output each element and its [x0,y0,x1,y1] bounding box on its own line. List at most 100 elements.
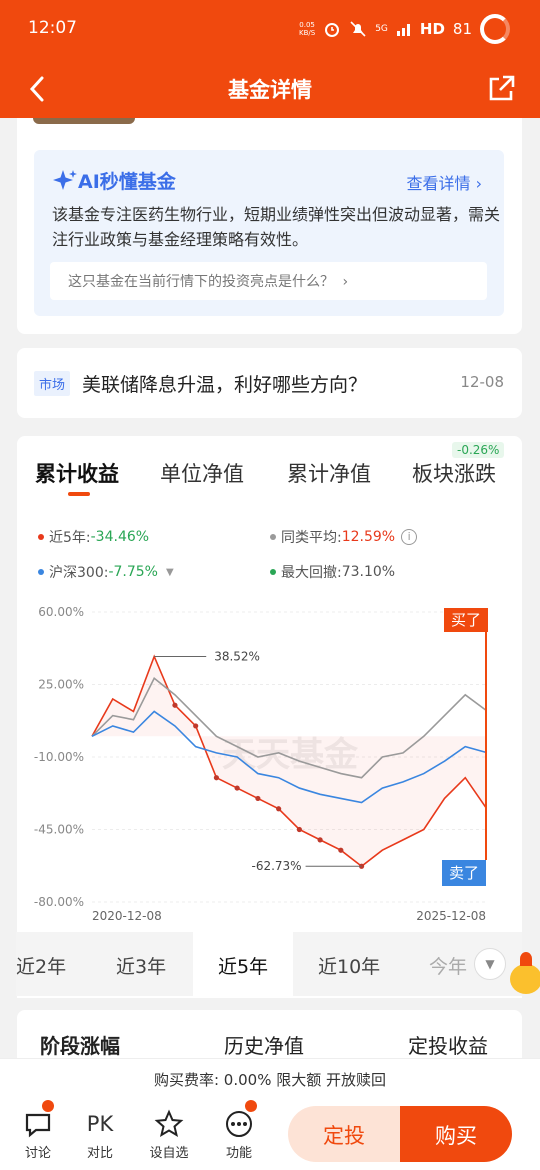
ai-detail-label: 查看详情 [406,174,471,193]
tab-cumulative-nav[interactable]: 累计净值 [287,458,371,488]
nav-bar: 基金详情 [0,60,540,118]
trade-point [172,702,178,708]
legend-avg: 同类平均: 12.59% i [270,527,418,547]
ai-summary-text: 该基金专注医药生物行业，短期业绩弹性突出但波动显著，需关注行业政策与基金经理策略… [52,205,501,249]
ai-title: AI秒懂基金 [52,167,176,194]
trade-point [317,837,323,843]
y-tick-label: 25.00% [38,678,84,692]
tool-compare-label: 对比 [86,1146,113,1161]
tool-discuss[interactable]: 讨论 [13,1106,63,1161]
period-ytd[interactable]: 今年 [429,952,467,979]
sector-change-badge: -0.26% [452,442,505,458]
period-2y[interactable]: 近2年 [16,952,66,979]
fund-area [92,656,486,867]
dropdown-icon: ▼ [165,566,174,578]
tab-cumulative-return[interactable]: 累计收益 [35,458,119,488]
more-periods-icon[interactable]: ▼ [474,948,506,980]
share-icon[interactable] [486,74,516,104]
status-bar: 12:07 0.05 KB/S 5G HD 81 [0,0,540,60]
x-end-label: 2025-12-08 [416,909,486,923]
tool-watchlist-label: 设自选 [149,1146,189,1161]
index-label: 沪深300: [49,565,109,581]
avg-label: 同类平均: [281,530,342,546]
legend-index[interactable]: 沪深300: -7.75% ▼ [38,562,174,582]
sell-marker-label: 卖了 [449,864,479,882]
star-icon [154,1109,184,1137]
legend-fund: 近5年: -34.46% [38,527,149,547]
hd-label: HD [419,20,445,38]
tab-sector[interactable]: 板块涨跌 [412,458,496,488]
drawdown-label: 最大回撤: [281,565,342,581]
sparkle-icon [53,169,77,190]
index-dot [38,569,44,575]
ai-question-chip[interactable]: 这只基金在当前行情下的投资亮点是什么？ › [50,262,487,300]
trade-point [276,806,282,812]
battery-ring-icon [480,14,510,44]
trade-point [193,723,199,729]
chevron-right-icon: › [475,174,482,193]
section-nav-history[interactable]: 历史净值 [224,1030,304,1059]
tab-underline [68,492,90,496]
fund-dot [38,534,44,540]
prev-section-tab [33,118,135,124]
status-icons: 0.05 KB/S 5G HD 81 [299,14,510,44]
status-time: 12:07 [28,18,77,38]
mute-bell-icon [350,21,366,37]
y-tick-label: -45.00% [34,823,84,837]
page-title: 基金详情 [228,78,312,102]
fund-value: -34.46% [90,529,150,545]
return-chart[interactable]: 60.00%25.00%-10.00%-45.00%-80.00%天天基金38.… [0,598,540,928]
mascot-icon[interactable] [506,948,540,998]
tool-compare[interactable]: PK 对比 [75,1106,125,1161]
battery-level: 81 [452,20,472,38]
tool-discuss-label: 讨论 [24,1146,51,1161]
buy-button[interactable]: 购买 [400,1106,512,1162]
ai-summary-box[interactable]: AI秒懂基金 查看详情 › 该基金专注医药生物行业，短期业绩弹性突出但波动显著，… [34,150,504,316]
news-title[interactable]: 美联储降息升温，利好哪些方向？ [82,370,367,397]
ai-question-label: 这只基金在当前行情下的投资亮点是什么？ [68,274,334,290]
period-5y[interactable]: 近5年 [193,932,293,996]
period-10y[interactable]: 近10年 [318,952,380,979]
y-tick-label: 60.00% [38,605,84,619]
chat-icon [25,1113,51,1138]
tool-functions[interactable]: 功能 [214,1106,264,1161]
chevron-right-icon: › [342,274,349,290]
alarm-icon [325,23,340,37]
buy-marker-label: 买了 [451,611,481,629]
period-3y[interactable]: 近3年 [116,952,166,979]
more-dots-icon [226,1111,252,1137]
tool-watchlist[interactable]: 设自选 [144,1106,194,1161]
tool-functions-label: 功能 [225,1146,252,1161]
trade-point [255,795,261,802]
news-tag: 市场 [34,371,71,396]
x-start-label: 2020-12-08 [92,909,162,923]
net-speed: 0.05 KB/S [298,21,316,37]
section-stage-returns[interactable]: 阶段涨幅 [40,1030,120,1059]
pk-icon: PK [86,1112,114,1136]
fund-label: 近5年: [49,530,91,546]
news-date: 12-08 [460,373,504,391]
signal-icon [396,24,410,36]
drawdown-value: 73.10% [341,564,396,580]
info-icon[interactable]: i [401,529,418,545]
trough-label: -62.73% [251,859,301,873]
fee-bar: 购买费率: 0.00% 限大额 开放赎回 [0,1058,540,1098]
tab-unit-nav[interactable]: 单位净值 [160,458,244,488]
drawdown-dot [270,569,276,575]
y-tick-label: -80.00% [34,895,84,909]
ai-title-label: AI秒懂基金 [78,171,176,193]
functions-notify-dot [245,1100,257,1112]
index-value: -7.75% [108,564,158,580]
chart-tabs: 累计收益 单位净值 累计净值 板块涨跌 [0,458,540,494]
section-dingtou-returns[interactable]: 定投收益 [408,1030,488,1059]
trade-point [296,826,302,833]
avg-dot [270,534,276,540]
signal-label: 5G [375,24,388,34]
ai-detail-link[interactable]: 查看详情 › [406,170,482,194]
peak-label: 38.52% [214,649,260,663]
discuss-notify-dot [42,1100,54,1112]
legend-drawdown: 最大回撤: 73.10% [270,562,395,582]
avg-value: 12.59% [341,529,396,545]
trade-point [338,847,344,853]
dingtou-button[interactable]: 定投 [288,1106,400,1162]
